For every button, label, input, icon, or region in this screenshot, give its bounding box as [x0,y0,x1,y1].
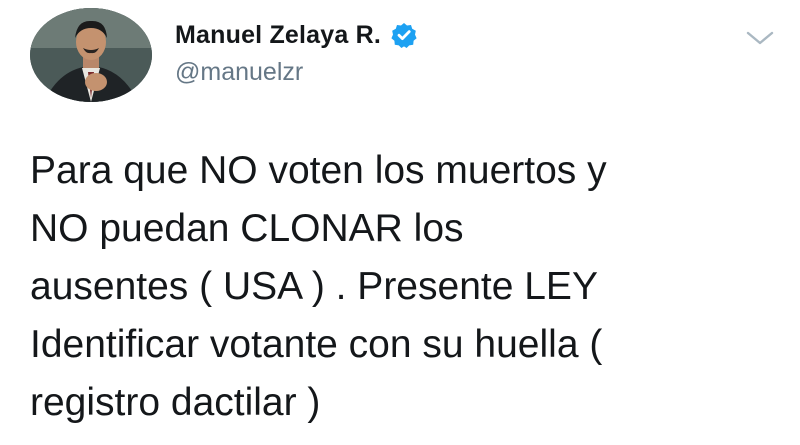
chevron-down-icon[interactable] [745,28,775,48]
tweet-text-line: Identificar votante con su huella ( [30,323,603,366]
avatar-photo [30,8,152,102]
tweet-text-line: NO puedan CLONAR los [30,207,464,250]
tweet-text-line: Para que NO voten los muertos y [30,149,607,192]
author-display-name[interactable]: Manuel Zelaya R. [175,21,381,50]
tweet-text-line: registro dactilar ) [30,381,321,424]
tweet-card: Manuel Zelaya R. @manuelzr Para que NO v… [0,0,800,445]
tweet-text: Para que NO voten los muertos y NO pueda… [30,142,790,432]
author-handle[interactable]: @manuelzr [175,58,303,87]
tweet-text-line: ausentes ( USA ) . Presente LEY [30,265,598,308]
author-name-row: Manuel Zelaya R. [175,18,417,52]
author-avatar[interactable] [30,8,152,102]
verified-badge-icon [391,22,417,48]
